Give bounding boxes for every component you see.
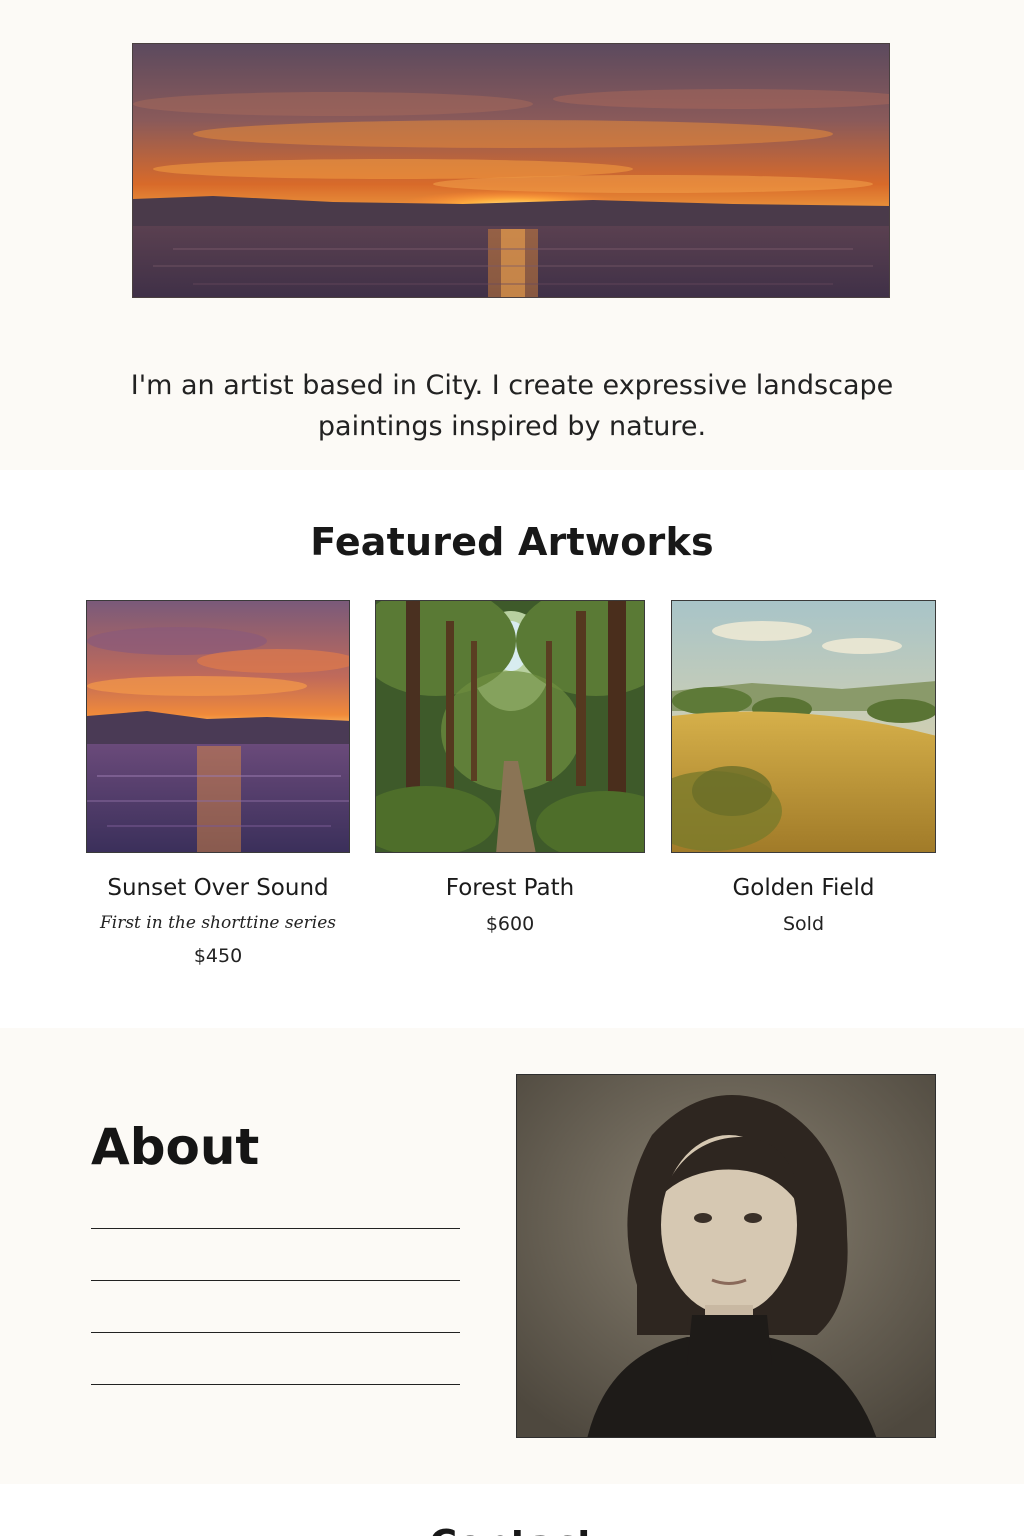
artwork-card-sunset[interactable]: Sunset Over Sound First in the shorttine…: [86, 600, 350, 967]
featured-section: Featured Artworks Sunset Over Sound Firs…: [0, 470, 1024, 1028]
hero-sunset-painting: [132, 43, 890, 298]
artwork-title[interactable]: Forest Path: [375, 875, 645, 901]
artwork-image-golden-field[interactable]: [671, 600, 936, 853]
about-title: About: [91, 1118, 260, 1176]
artwork-price: Sold: [782, 913, 825, 935]
about-text-placeholder-line: [91, 1332, 460, 1333]
artwork-card-forest[interactable]: Forest Path $600: [375, 600, 645, 935]
artwork-card-golden-field[interactable]: Golden Field Sold: [671, 600, 936, 935]
artwork-title[interactable]: Sunset Over Sound: [86, 875, 350, 901]
artist-portrait: [516, 1074, 936, 1438]
featured-title: Featured Artworks: [310, 520, 714, 564]
contact-title: Contact: [0, 1522, 1024, 1536]
artwork-image-sunset[interactable]: [86, 600, 350, 853]
about-text-placeholder-line: [91, 1228, 460, 1229]
about-text-placeholder-line: [91, 1384, 460, 1385]
artwork-title[interactable]: Golden Field: [671, 875, 936, 901]
about-text-placeholder-line: [91, 1280, 460, 1281]
artwork-image-forest[interactable]: [375, 600, 645, 853]
hero-section: I'm an artist based in City. I create ex…: [0, 0, 1024, 470]
about-section: About: [0, 1028, 1024, 1484]
artwork-price: $600: [485, 913, 535, 935]
artwork-price: $450: [193, 945, 243, 967]
artwork-subtitle: First in the shorttine series: [99, 913, 337, 933]
contact-section: Contact: [0, 1484, 1024, 1536]
intro-text: I'm an artist based in City. I create ex…: [130, 370, 894, 442]
